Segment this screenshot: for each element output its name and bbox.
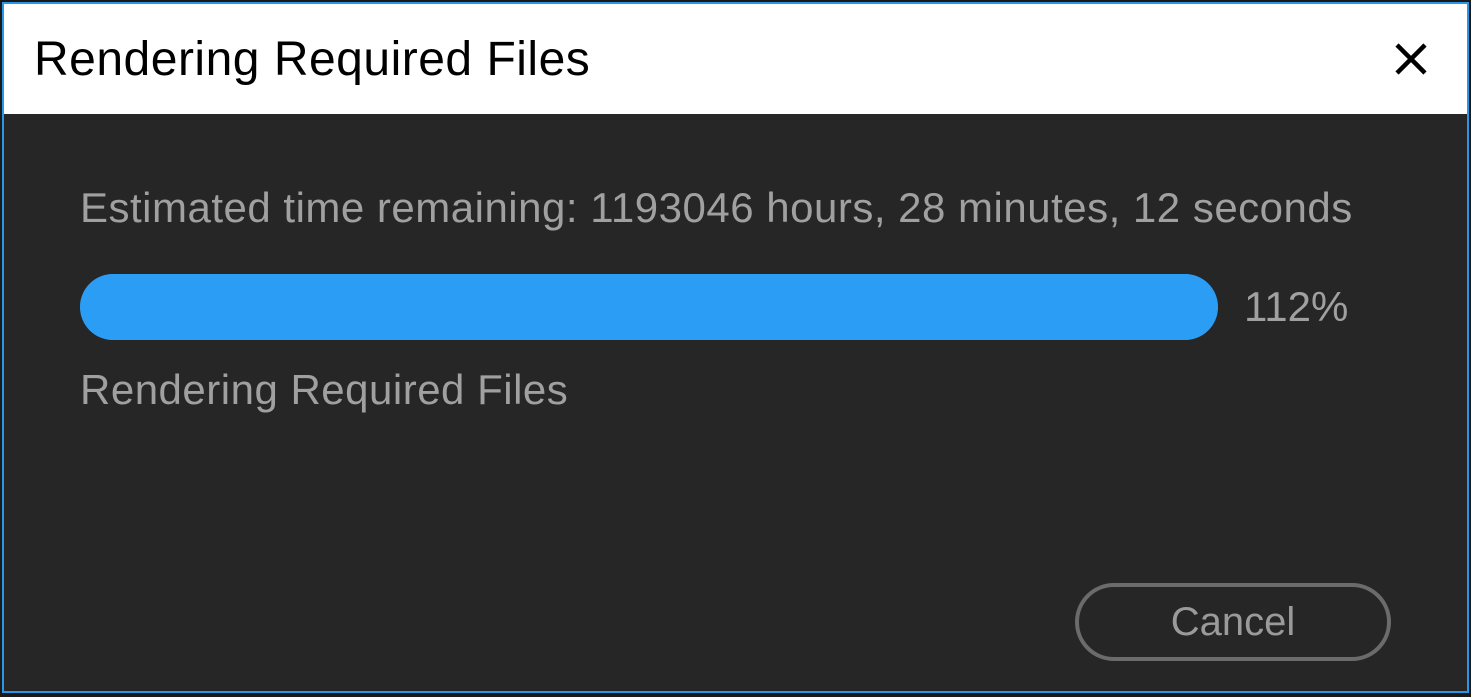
dialog-button-row: Cancel <box>1075 583 1391 661</box>
dialog-content: Estimated time remaining: 1193046 hours,… <box>4 114 1467 691</box>
progress-bar <box>80 274 1218 340</box>
close-button[interactable] <box>1387 35 1435 83</box>
progress-bar-fill <box>80 274 1218 340</box>
dialog-titlebar: Rendering Required Files <box>4 4 1467 114</box>
cancel-button[interactable]: Cancel <box>1075 583 1391 661</box>
status-label: Rendering Required Files <box>80 366 1391 414</box>
close-icon <box>1393 41 1429 77</box>
progress-percent-label: 112% <box>1244 283 1348 331</box>
dialog-title: Rendering Required Files <box>34 32 590 87</box>
estimated-time-label: Estimated time remaining: 1193046 hours,… <box>80 184 1391 232</box>
render-progress-dialog: Rendering Required Files Estimated time … <box>2 2 1469 693</box>
progress-row: 112% <box>80 274 1391 340</box>
